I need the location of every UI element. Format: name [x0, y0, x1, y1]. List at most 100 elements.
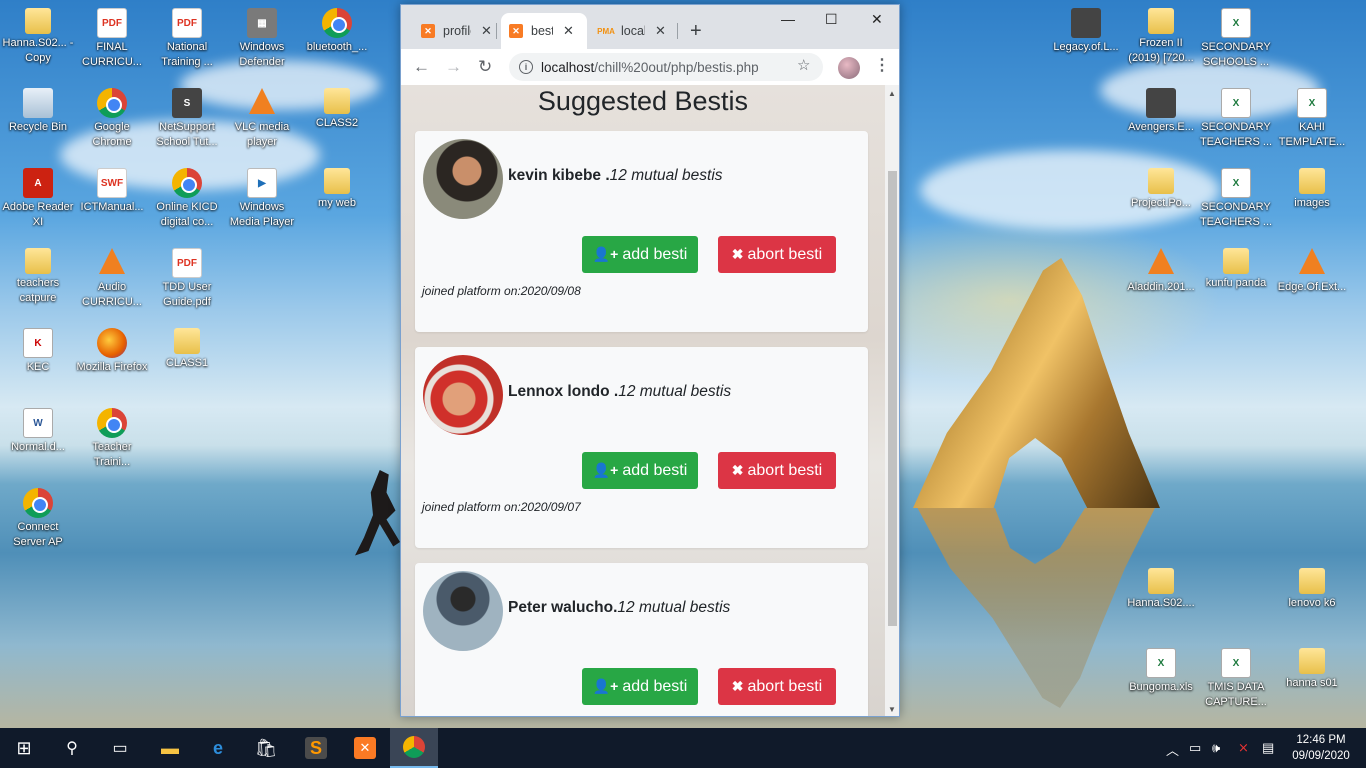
desktop-icon[interactable]: lenovo k6 — [1274, 568, 1350, 611]
windows-icon: ⊞ — [16, 737, 32, 758]
desktop-icon[interactable]: kunfu panda — [1198, 248, 1274, 291]
desktop-icon[interactable]: Project.Po... — [1123, 168, 1199, 211]
desktop-icon[interactable]: Hanna.S02.... — [1123, 568, 1199, 611]
new-tab-button[interactable]: + — [690, 20, 702, 43]
desktop-icon[interactable]: K KEC — [0, 328, 76, 375]
show-hidden-icons[interactable]: ︿ — [1166, 740, 1179, 759]
add-besti-button[interactable]: 👤+ add besti — [582, 236, 698, 273]
task-view-button[interactable]: ▭ — [96, 728, 144, 768]
tab-separator — [496, 23, 497, 39]
volume-icon[interactable]: 🕪 — [1212, 740, 1220, 756]
desktop-icon[interactable]: Recycle Bin — [0, 88, 76, 135]
scroll-thumb[interactable] — [888, 171, 897, 626]
chrome-icon — [97, 88, 127, 118]
desktop-icon[interactable]: bluetooth_... — [299, 8, 375, 55]
close-tab-icon[interactable]: ✕ — [563, 23, 574, 39]
taskbar-xampp[interactable]: ✕ — [341, 728, 389, 768]
close-tab-icon[interactable]: ✕ — [481, 23, 492, 39]
reload-icon[interactable]: ↻ — [478, 57, 492, 77]
scroll-down-icon[interactable]: ▼ — [888, 705, 896, 714]
excel-icon: X — [1297, 88, 1327, 118]
profile-avatar[interactable] — [838, 57, 860, 79]
desktop-icon[interactable]: Connect Server AP — [0, 488, 76, 550]
menu-icon[interactable]: ⋮ — [874, 55, 890, 75]
start-button[interactable]: ⊞ — [0, 728, 48, 768]
desktop-icon[interactable]: X SECONDARY TEACHERS ... — [1198, 168, 1274, 230]
desktop-icon[interactable]: SWF ICTManual... — [74, 168, 150, 215]
browser-window: ✕ profile ✕ ✕ bestis ✕ PMA localhost ✕ +… — [400, 4, 900, 717]
desktop-icon[interactable]: X Bungoma.xls — [1123, 648, 1199, 695]
desktop-icon[interactable]: PDF National Training ... — [149, 8, 225, 70]
desktop-icon[interactable]: Google Chrome — [74, 88, 150, 150]
vlc-icon — [99, 248, 125, 274]
taskbar-sublime[interactable]: S — [292, 728, 340, 768]
desktop-icon[interactable]: Audio CURRICU... — [74, 248, 150, 310]
back-icon[interactable]: ← — [413, 57, 430, 77]
chrome-icon — [172, 168, 202, 198]
desktop-icon[interactable]: Legacy.of.L... — [1048, 8, 1124, 55]
desktop-icon[interactable]: Edge.Of.Ext... — [1274, 248, 1350, 295]
desktop-icon[interactable]: Online KICD digital co... — [149, 168, 225, 230]
chrome-icon — [23, 488, 53, 518]
desktop-icon[interactable]: hanna s01 — [1274, 648, 1350, 691]
network-icon[interactable]: ⨯ — [1238, 740, 1249, 756]
desktop-icon[interactable]: teachers catpure — [0, 248, 76, 306]
desktop-icon[interactable]: PDF TDD User Guide.pdf — [149, 248, 225, 310]
notification-icon[interactable]: ▤ — [1262, 740, 1274, 756]
clock[interactable]: 12:46 PM 09/09/2020 — [1290, 732, 1352, 764]
folder-icon — [324, 168, 350, 194]
desktop-icon[interactable]: S NetSupport School Tut... — [149, 88, 225, 150]
taskbar-chrome[interactable] — [390, 728, 438, 768]
battery-icon[interactable]: ▭ — [1189, 740, 1201, 756]
desktop-icon[interactable]: VLC media player — [224, 88, 300, 150]
desktop-icon[interactable]: X SECONDARY SCHOOLS ... — [1198, 8, 1274, 70]
forward-icon[interactable]: → — [445, 57, 462, 77]
add-besti-button[interactable]: 👤+ add besti — [582, 668, 698, 705]
desktop-icon[interactable]: W Normal.d... — [0, 408, 76, 455]
user-photo — [423, 571, 503, 651]
close-window-icon[interactable]: ✕ — [871, 11, 883, 28]
desktop-icon[interactable]: X SECONDARY TEACHERS ... — [1198, 88, 1274, 150]
add-besti-button[interactable]: 👤+ add besti — [582, 452, 698, 489]
desktop-icon[interactable]: ▦ Windows Defender — [224, 8, 300, 70]
desktop-icon[interactable]: images — [1274, 168, 1350, 211]
defender-icon: ▦ — [247, 8, 277, 38]
excel-icon: X — [1221, 168, 1251, 198]
desktop-icon[interactable]: X KAHI TEMPLATE... — [1274, 88, 1350, 150]
desktop-icon[interactable]: Avengers.E... — [1123, 88, 1199, 135]
taskbar-file-explorer[interactable]: ▬ — [146, 728, 194, 768]
bookmark-star-icon[interactable]: ☆ — [797, 56, 810, 74]
desktop-icon[interactable]: X TMIS DATA CAPTURE... — [1198, 648, 1274, 710]
folder-icon — [1223, 248, 1249, 274]
user-photo — [423, 139, 503, 219]
info-icon[interactable]: i — [519, 60, 533, 74]
desktop-icon[interactable]: Teacher Traini... — [74, 408, 150, 470]
taskbar-store[interactable]: 🛍 — [242, 728, 290, 768]
desktop-icon[interactable]: PDF FINAL CURRICU... — [74, 8, 150, 70]
folder-icon — [25, 8, 51, 34]
abort-besti-button[interactable]: ✖ abort besti — [718, 236, 836, 273]
search-button[interactable]: ⚲ — [48, 728, 96, 768]
tab-bestis[interactable]: ✕ bestis ✕ — [501, 13, 587, 49]
chrome-icon — [322, 8, 352, 38]
abort-besti-button[interactable]: ✖ abort besti — [718, 452, 836, 489]
address-bar[interactable]: i localhost/chill%20out/php/bestis.php — [509, 53, 823, 81]
scrollbar[interactable]: ▲ ▼ — [885, 85, 899, 716]
desktop-icon[interactable]: my web — [299, 168, 375, 211]
taskbar-edge[interactable]: e — [194, 728, 242, 768]
abort-besti-button[interactable]: ✖ abort besti — [718, 668, 836, 705]
desktop-icon[interactable]: Frozen II (2019) [720... — [1123, 8, 1199, 66]
desktop-icon[interactable]: A Adobe Reader XI — [0, 168, 76, 230]
desktop-icon[interactable]: ▶ Windows Media Player — [224, 168, 300, 230]
desktop-icon[interactable]: Aladdin.201... — [1123, 248, 1199, 295]
tab-profile[interactable]: ✕ profile ✕ — [413, 13, 500, 49]
close-tab-icon[interactable]: ✕ — [655, 23, 666, 39]
desktop-icon[interactable]: CLASS2 — [299, 88, 375, 131]
desktop-icon[interactable]: CLASS1 — [149, 328, 225, 371]
maximize-icon[interactable]: ☐ — [825, 11, 838, 28]
desktop-icon[interactable]: Mozilla Firefox — [74, 328, 150, 375]
tab-localhost[interactable]: PMA localhost ✕ — [591, 13, 674, 49]
minimize-icon[interactable]: — — [781, 11, 795, 27]
desktop-icon[interactable]: Hanna.S02... - Copy — [0, 8, 76, 66]
scroll-up-icon[interactable]: ▲ — [888, 89, 896, 98]
